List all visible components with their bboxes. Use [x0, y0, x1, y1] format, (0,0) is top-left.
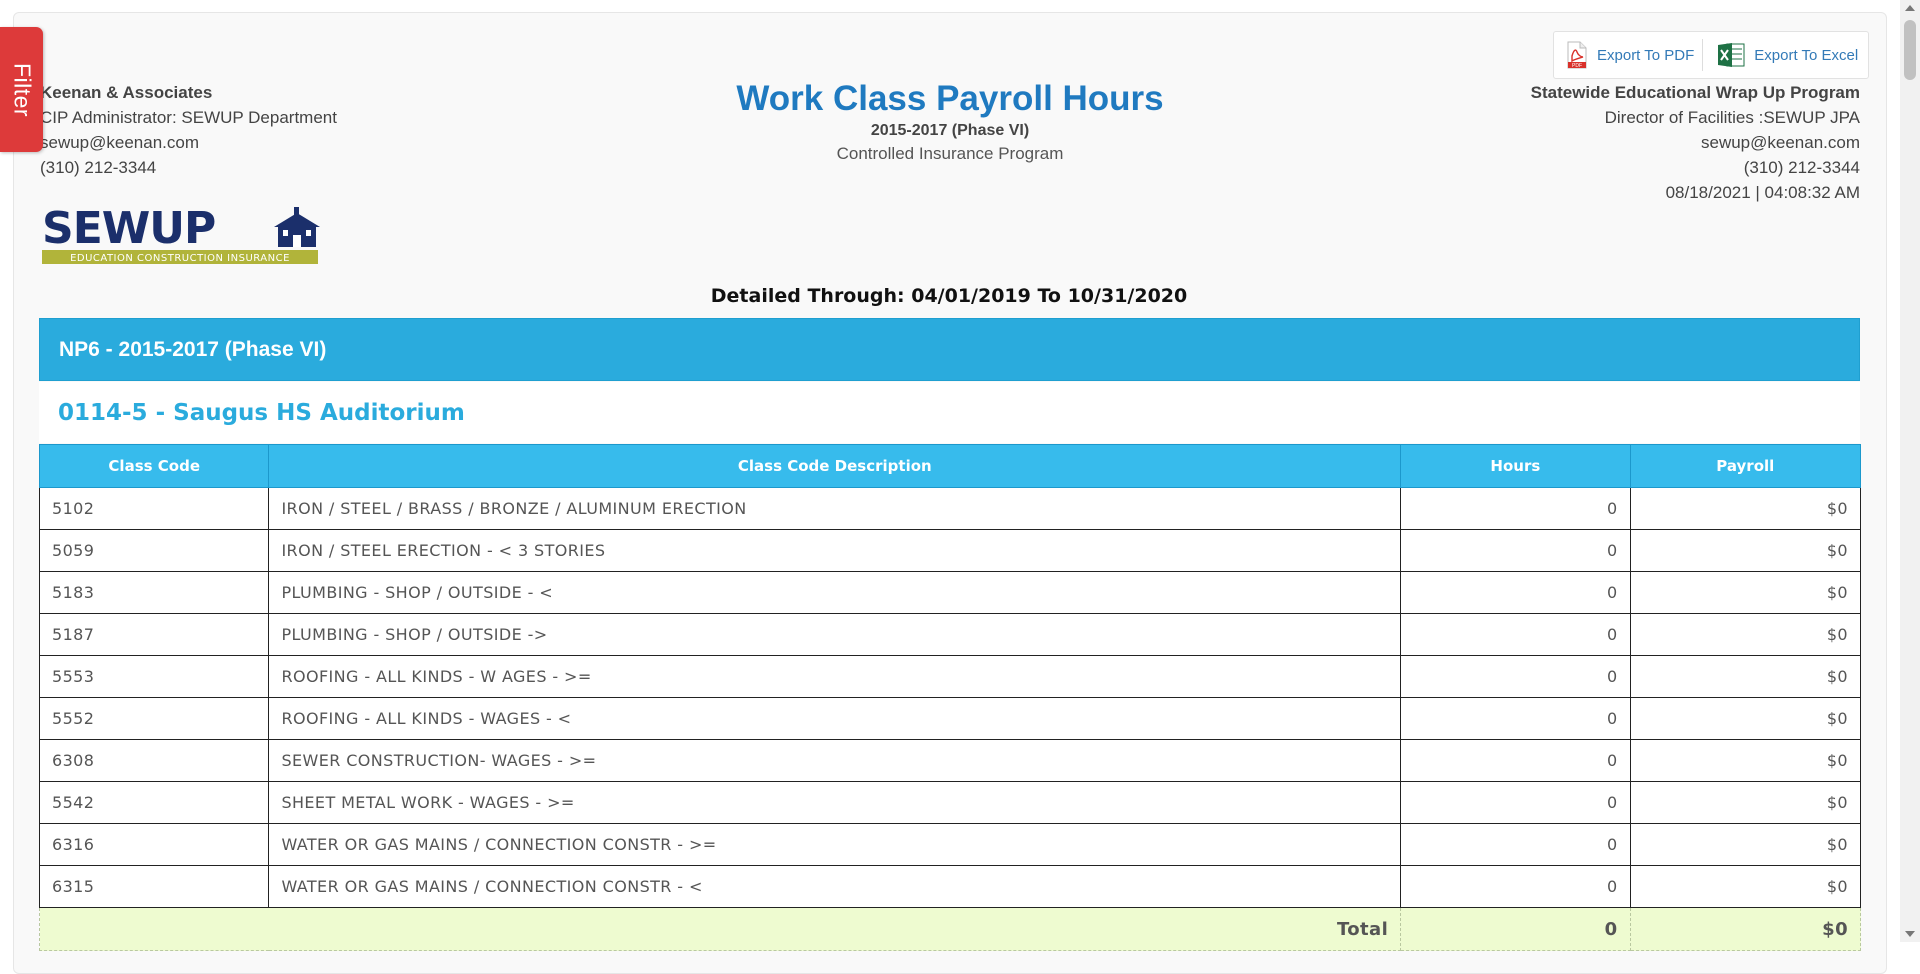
table-row: 6316 WATER OR GAS MAINS / CONNECTION CON… [38, 823, 1862, 866]
cell-hours: 0 [1400, 739, 1631, 782]
total-row: Total 0 $0 [38, 907, 1862, 951]
cell-class-code: 5059 [38, 529, 270, 572]
total-payroll: $0 [1629, 907, 1862, 951]
sewup-logo: SEWUP EDUCATION CONSTRUCTION INSURANCE [42, 205, 320, 264]
director-line: Director of Facilities :SEWUP JPA [1604, 108, 1860, 127]
cell-class-code: 5183 [38, 571, 270, 614]
scroll-up-arrow-icon[interactable] [1905, 5, 1915, 11]
export-excel-button[interactable]: Export To Excel [1705, 32, 1864, 78]
col-class-code[interactable]: Class Code [38, 444, 270, 488]
export-excel-label: Export To Excel [1754, 46, 1859, 64]
cell-class-code: 5102 [38, 487, 270, 530]
cell-hours: 0 [1400, 823, 1631, 866]
cell-description: WATER OR GAS MAINS / CONNECTION CONSTR -… [268, 823, 1402, 866]
cell-payroll: $0 [1629, 823, 1862, 866]
table-row: 5183 PLUMBING - SHOP / OUTSIDE - < 0 $0 [38, 571, 1862, 614]
export-divider [1702, 39, 1704, 71]
cell-payroll: $0 [1629, 865, 1862, 908]
cell-hours: 0 [1400, 865, 1631, 908]
col-description[interactable]: Class Code Description [268, 444, 1402, 488]
cell-class-code: 6308 [38, 739, 270, 782]
table-row: 5102 IRON / STEEL / BRASS / BRONZE / ALU… [38, 487, 1862, 530]
pdf-icon: PDF [1567, 41, 1587, 69]
export-toolbar: PDF Export To PDF Export To Excel [1553, 31, 1869, 79]
cell-class-code: 5553 [38, 655, 270, 698]
table-row: 5542 SHEET METAL WORK - WAGES - >= 0 $0 [38, 781, 1862, 824]
cell-hours: 0 [1400, 613, 1631, 656]
report-subtitle: Controlled Insurance Program [836, 144, 1064, 163]
detailed-through: Detailed Through: 04/01/2019 To 10/31/20… [710, 285, 1188, 307]
cell-description: ROOFING - ALL KINDS - WAGES - < [268, 697, 1402, 740]
cell-hours: 0 [1400, 781, 1631, 824]
program-email: sewup@keenan.com [1700, 133, 1860, 152]
logo-tagline: EDUCATION CONSTRUCTION INSURANCE [70, 253, 290, 264]
cell-description: SEWER CONSTRUCTION- WAGES - >= [268, 739, 1402, 782]
cell-payroll: $0 [1629, 739, 1862, 782]
phase-bar: NP6 - 2015-2017 (Phase VI) [39, 318, 1860, 381]
cell-description: WATER OR GAS MAINS / CONNECTION CONSTR -… [268, 865, 1402, 908]
cell-description: PLUMBING - SHOP / OUTSIDE -> [268, 613, 1402, 656]
page-title: Work Class Payroll Hours [736, 79, 1164, 118]
scroll-down-arrow-icon[interactable] [1905, 931, 1915, 937]
total-hours: 0 [1400, 907, 1631, 951]
cell-payroll: $0 [1629, 529, 1862, 572]
report-phase: 2015-2017 (Phase VI) [870, 122, 1030, 139]
cell-payroll: $0 [1629, 697, 1862, 740]
cell-class-code: 5552 [38, 697, 270, 740]
table-row: 5059 IRON / STEEL ERECTION - < 3 STORIES… [38, 529, 1862, 572]
cell-payroll: $0 [1629, 655, 1862, 698]
cell-description: IRON / STEEL / BRASS / BRONZE / ALUMINUM… [268, 487, 1402, 530]
administrator-info: Keenan & Associates CIP Administrator: S… [40, 80, 337, 180]
program-info: Statewide Educational Wrap Up Program Di… [1531, 80, 1860, 205]
cell-description: ROOFING - ALL KINDS - W AGES - >= [268, 655, 1402, 698]
export-pdf-label: Export To PDF [1597, 46, 1695, 64]
filter-label: Filter [9, 62, 35, 117]
cell-class-code: 5542 [38, 781, 270, 824]
program-name: Statewide Educational Wrap Up Program [1530, 83, 1860, 102]
report-header: Work Class Payroll Hours 2015-2017 (Phas… [700, 78, 1200, 166]
table-row: 5187 PLUMBING - SHOP / OUTSIDE -> 0 $0 [38, 613, 1862, 656]
cell-payroll: $0 [1629, 487, 1862, 530]
cell-description: SHEET METAL WORK - WAGES - >= [268, 781, 1402, 824]
cell-hours: 0 [1400, 655, 1631, 698]
cell-hours: 0 [1400, 697, 1631, 740]
cell-hours: 0 [1400, 487, 1631, 530]
cell-class-code: 5187 [38, 613, 270, 656]
col-payroll[interactable]: Payroll [1629, 444, 1862, 488]
table-row: 6315 WATER OR GAS MAINS / CONNECTION CON… [38, 865, 1862, 908]
cell-description: PLUMBING - SHOP / OUTSIDE - < [268, 571, 1402, 614]
table-row: 5553 ROOFING - ALL KINDS - W AGES - >= 0… [38, 655, 1862, 698]
cell-payroll: $0 [1629, 613, 1862, 656]
admin-email: sewup@keenan.com [40, 133, 200, 152]
table-row: 5552 ROOFING - ALL KINDS - WAGES - < 0 $… [38, 697, 1862, 740]
logo-text: SEWUP [42, 205, 215, 254]
cell-payroll: $0 [1629, 781, 1862, 824]
project-title: 0114-5 - Saugus HS Auditorium [39, 382, 1860, 443]
cell-class-code: 6315 [38, 865, 270, 908]
admin-line: CIP Administrator: SEWUP Department [40, 108, 337, 127]
school-icon [274, 207, 320, 247]
export-pdf-button[interactable]: PDF Export To PDF [1554, 32, 1700, 78]
program-phone: (310) 212-3344 [1743, 158, 1860, 177]
cell-description: IRON / STEEL ERECTION - < 3 STORIES [268, 529, 1402, 572]
company-name: Keenan & Associates [40, 83, 213, 102]
cell-hours: 0 [1400, 571, 1631, 614]
col-hours[interactable]: Hours [1400, 444, 1631, 488]
cell-class-code: 6316 [38, 823, 270, 866]
total-label: Total [38, 907, 1402, 951]
payroll-table: Class Code Class Code Description Hours … [38, 444, 1862, 951]
filter-tab[interactable]: Filter [0, 27, 43, 152]
cell-payroll: $0 [1629, 571, 1862, 614]
vertical-scrollbar[interactable] [1900, 0, 1920, 942]
table-header-row: Class Code Class Code Description Hours … [38, 444, 1862, 488]
table-row: 6308 SEWER CONSTRUCTION- WAGES - >= 0 $0 [38, 739, 1862, 782]
scrollbar-thumb[interactable] [1904, 20, 1916, 80]
svg-text:PDF: PDF [1572, 63, 1582, 69]
admin-phone: (310) 212-3344 [40, 158, 157, 177]
report-datetime: 08/18/2021 | 04:08:32 AM [1665, 183, 1860, 202]
excel-icon [1718, 43, 1745, 67]
cell-hours: 0 [1400, 529, 1631, 572]
